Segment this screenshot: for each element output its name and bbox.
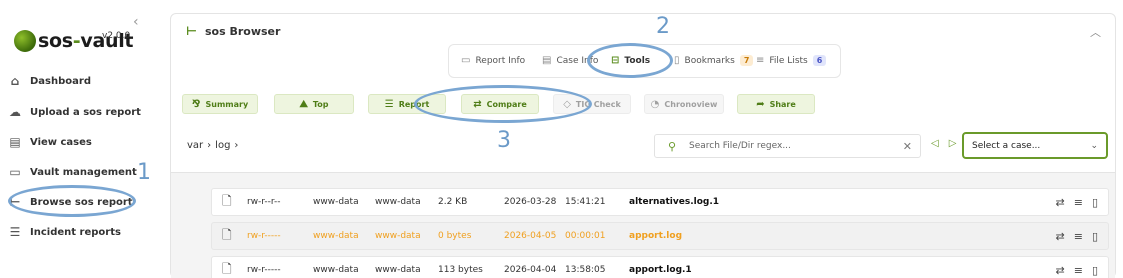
search-navigation: ◁ ▷: [931, 138, 956, 149]
sidebar-item-view-cases[interactable]: ▤ View cases: [8, 131, 92, 153]
summary-button[interactable]: ⅋ Summary: [182, 94, 258, 114]
panel-title: ⊢ sos Browser: [186, 24, 281, 38]
case-select[interactable]: Select a case... ⌄: [962, 132, 1108, 159]
file-owner: www-data: [313, 265, 359, 275]
sidebar-item-dashboard[interactable]: ⌂ Dashboard: [8, 70, 91, 92]
collapse-panel-icon[interactable]: ︿: [1090, 24, 1101, 40]
file-list: 🗋 rw-r--r-- www-data www-data 2.2 KB 202…: [171, 172, 1115, 278]
sidebar-item-incident-reports[interactable]: ☰ Incident reports: [8, 221, 121, 243]
file-date: 2026-04-05: [504, 231, 557, 241]
breadcrumb-var[interactable]: var: [187, 140, 203, 151]
clear-search-icon[interactable]: ✕: [903, 140, 912, 153]
file-date: 2026-03-28: [504, 197, 557, 207]
file-name[interactable]: alternatives.log.1: [629, 197, 719, 207]
collapse-sidebar-icon[interactable]: ‹: [133, 14, 139, 30]
report-list-icon: ☰: [384, 98, 394, 110]
file-row[interactable]: 🗋 rw-r--r-- www-data www-data 2.2 KB 202…: [211, 188, 1109, 216]
bookmark-icon[interactable]: ▯: [1092, 230, 1098, 243]
sidebar-item-vault-management[interactable]: ▭ Vault management: [8, 161, 137, 183]
annotation-oval-browse: [8, 185, 136, 217]
add-to-list-icon[interactable]: ≡: [1074, 196, 1083, 209]
file-group: www-data: [375, 197, 421, 207]
bookmarks-count-badge: 7: [739, 55, 754, 66]
annotation-number-3: 3: [497, 128, 511, 153]
file-icon: 🗋: [222, 227, 232, 242]
cases-icon: ▤: [9, 135, 21, 149]
file-group: www-data: [375, 231, 421, 241]
case-icon: ▤: [542, 55, 552, 66]
breadcrumb-separator-icon: ›: [207, 140, 212, 151]
file-icon: 🗋: [222, 261, 232, 276]
compare-icon[interactable]: ⇄: [1056, 196, 1065, 209]
sidebar: ‹ sos-vault v2.0.0 ⌂ Dashboard ☁ Upload …: [0, 0, 160, 278]
annotation-oval-tools: [587, 43, 673, 78]
annotation-number-2: 2: [656, 14, 670, 39]
annotation-oval-compare: [414, 85, 592, 123]
file-search-box: ⚲ ✕: [654, 134, 921, 158]
file-row[interactable]: 🗋 rw-r----- www-data www-data 0 bytes 20…: [211, 222, 1109, 250]
breadcrumb-separator-icon: ›: [234, 140, 239, 151]
bookmark-icon[interactable]: ▯: [1092, 196, 1098, 209]
tab-file-lists[interactable]: ≡ File Lists 6: [756, 55, 827, 66]
file-owner: www-data: [313, 231, 359, 241]
tree-icon: ⊢: [186, 24, 197, 38]
next-match-icon[interactable]: ▷: [949, 138, 957, 149]
top-button[interactable]: ⛰ Top: [274, 94, 354, 114]
sidebar-item-upload[interactable]: ☁ Upload a sos report: [8, 101, 141, 123]
cloud-upload-icon: ☁: [9, 105, 21, 119]
previous-match-icon[interactable]: ◁: [931, 138, 939, 149]
file-name[interactable]: apport.log: [629, 231, 682, 241]
share-icon: ➦: [756, 98, 765, 110]
clock-icon: ◔: [650, 98, 660, 110]
file-actions: ⇄ ≡ ▯: [1056, 196, 1099, 209]
file-lists-count-badge: 6: [812, 55, 827, 66]
list-icon: ☰: [9, 225, 21, 239]
file-search-input[interactable]: [683, 141, 903, 151]
compare-icon[interactable]: ⇄: [1056, 230, 1065, 243]
tab-report-info[interactable]: ▭ Report Info: [461, 55, 525, 66]
chart-icon: ⛰: [299, 98, 308, 110]
add-to-list-icon[interactable]: ≡: [1074, 230, 1083, 243]
add-to-list-icon[interactable]: ≡: [1074, 264, 1083, 277]
report-icon: ▭: [461, 55, 471, 66]
summary-icon: ⅋: [191, 98, 201, 110]
folder-icon: ▭: [9, 165, 21, 179]
file-icon: 🗋: [222, 193, 232, 208]
bookmark-icon[interactable]: ▯: [1092, 264, 1098, 277]
breadcrumb: var › log ›: [187, 140, 242, 151]
search-icon: ⚲: [667, 139, 677, 153]
app-version: v2.0.0: [102, 31, 131, 41]
home-icon: ⌂: [10, 74, 20, 88]
file-actions: ⇄ ≡ ▯: [1056, 264, 1099, 277]
annotation-number-1: 1: [137, 160, 151, 185]
file-size: 113 bytes: [438, 265, 483, 275]
file-size: 0 bytes: [438, 231, 472, 241]
file-permissions: rw-r--r--: [247, 197, 281, 207]
bookmark-icon: ▯: [674, 55, 680, 66]
chronoview-button[interactable]: ◔ Chronoview: [644, 94, 724, 114]
file-permissions: rw-r-----: [247, 231, 281, 241]
file-row[interactable]: 🗋 rw-r----- www-data www-data 113 bytes …: [211, 256, 1109, 278]
file-time: 13:58:05: [565, 265, 606, 275]
file-list-icon: ≡: [756, 55, 765, 66]
file-name[interactable]: apport.log.1: [629, 265, 692, 275]
chevron-down-icon: ⌄: [1090, 140, 1098, 151]
breadcrumb-log[interactable]: log: [215, 140, 230, 151]
compare-icon[interactable]: ⇄: [1056, 264, 1065, 277]
file-date: 2026-04-04: [504, 265, 557, 275]
file-owner: www-data: [313, 197, 359, 207]
file-time: 15:41:21: [565, 197, 606, 207]
file-time: 00:00:01: [565, 231, 606, 241]
file-group: www-data: [375, 265, 421, 275]
file-actions: ⇄ ≡ ▯: [1056, 230, 1099, 243]
file-size: 2.2 KB: [438, 197, 468, 207]
logo-disc-icon: [14, 30, 36, 52]
tab-bookmarks[interactable]: ▯ Bookmarks 7: [674, 55, 754, 66]
share-button[interactable]: ➦ Share: [737, 94, 815, 114]
file-permissions: rw-r-----: [247, 265, 281, 275]
